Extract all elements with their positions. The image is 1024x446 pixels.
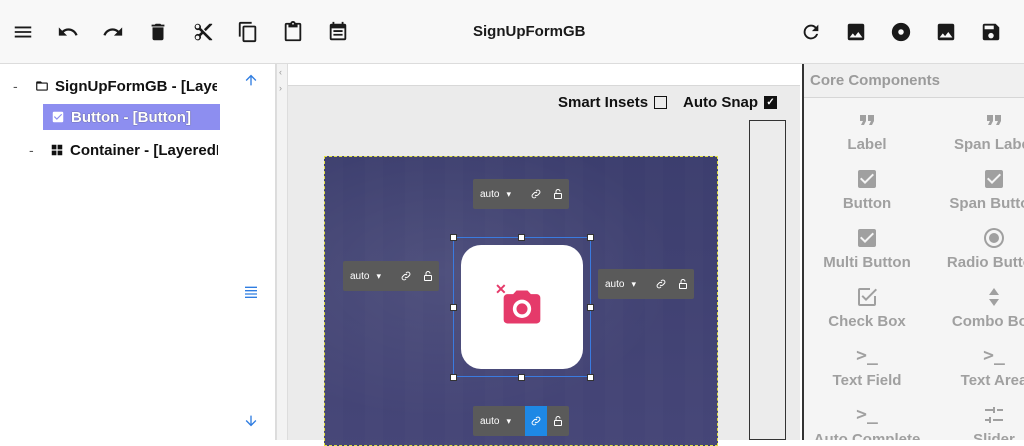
quote-icon xyxy=(812,108,922,134)
lock-icon[interactable] xyxy=(547,406,569,436)
bottom-inset-control: auto xyxy=(473,406,569,436)
tree-item-label: Container - [LayeredL xyxy=(70,141,218,159)
save-icon[interactable] xyxy=(978,19,1004,45)
side-preview-frame xyxy=(749,120,786,440)
palette-item-text-field[interactable]: >_ Text Field xyxy=(812,344,922,389)
checkbox-icon xyxy=(812,226,922,252)
palette-item-button[interactable]: Button xyxy=(812,167,922,212)
smart-insets-toggle[interactable]: Smart Insets xyxy=(558,94,668,111)
resize-handle[interactable] xyxy=(587,374,594,381)
tree-item-label: SignUpFormGB - [Laye xyxy=(55,77,217,95)
lock-icon[interactable] xyxy=(672,269,694,299)
auto-snap-label: Auto Snap xyxy=(683,94,759,111)
components-palette: Core Components Label Span Label Button … xyxy=(802,64,1024,440)
component-tree-panel: - SignUpFormGB - [Laye Button - [Button]… xyxy=(0,64,276,440)
lock-icon[interactable] xyxy=(417,261,439,291)
arrow-down-icon[interactable] xyxy=(243,413,259,429)
left-inset-control: auto xyxy=(343,261,439,291)
terminal-icon: >_ xyxy=(983,345,1005,366)
link-icon[interactable] xyxy=(525,406,547,436)
toolbar: SignUpFormGB xyxy=(0,0,1024,64)
design-canvas: Smart Insets Auto Snap ✕ auto auto xyxy=(288,64,800,446)
palette-item-multi-button[interactable]: Multi Button xyxy=(812,226,922,271)
checkbox-icon xyxy=(812,167,922,193)
copy-icon[interactable] xyxy=(235,19,261,45)
right-inset-select[interactable]: auto xyxy=(598,269,650,299)
check-outline-icon xyxy=(812,285,922,311)
redo-icon[interactable] xyxy=(100,19,126,45)
sliders-icon xyxy=(939,403,1024,429)
smart-insets-checkbox[interactable] xyxy=(654,96,668,109)
paste-icon[interactable] xyxy=(280,19,306,45)
tree-item-root[interactable]: SignUpFormGB - [Laye xyxy=(35,73,217,99)
quote-icon xyxy=(939,108,1024,134)
app-title: SignUpFormGB xyxy=(473,23,586,40)
palette-item-combo-box[interactable]: Combo Box xyxy=(939,285,1024,330)
checkbox-icon xyxy=(51,110,65,124)
canvas-toggles: Smart Insets Auto Snap xyxy=(558,94,793,111)
clipboard-list-icon[interactable] xyxy=(325,19,351,45)
smart-insets-label: Smart Insets xyxy=(558,94,649,111)
image-icon[interactable] xyxy=(843,19,869,45)
tree-item-label: Button - [Button] xyxy=(71,108,191,126)
align-justify-icon[interactable] xyxy=(243,284,259,300)
folder-open-icon xyxy=(35,79,49,93)
resize-handle[interactable] xyxy=(587,304,594,311)
undo-icon[interactable] xyxy=(55,19,81,45)
top-inset-control: auto xyxy=(473,179,569,209)
link-icon[interactable] xyxy=(650,269,672,299)
menu-icon[interactable] xyxy=(10,19,36,45)
delete-icon[interactable] xyxy=(145,19,171,45)
resize-handle[interactable] xyxy=(587,234,594,241)
checkbox-icon xyxy=(939,167,1024,193)
selected-button[interactable] xyxy=(461,245,583,369)
resize-handle[interactable] xyxy=(518,234,525,241)
grid-icon xyxy=(50,143,64,157)
palette-item-auto-complete[interactable]: >_ Auto Complete xyxy=(812,403,922,440)
resize-handle[interactable] xyxy=(450,304,457,311)
cut-icon[interactable] xyxy=(190,19,216,45)
tree-toggle-container[interactable]: - xyxy=(29,142,34,158)
resize-handle[interactable] xyxy=(450,374,457,381)
arrow-up-icon[interactable] xyxy=(243,72,259,88)
palette-item-text-area[interactable]: >_ Text Area xyxy=(939,344,1024,389)
lock-icon[interactable] xyxy=(547,179,569,209)
refresh-icon[interactable] xyxy=(798,19,824,45)
image-alt-icon[interactable] xyxy=(933,19,959,45)
palette-item-span-label[interactable]: Span Label xyxy=(939,108,1024,153)
remove-icon[interactable]: ✕ xyxy=(495,281,507,298)
link-icon[interactable] xyxy=(525,179,547,209)
resize-handle[interactable] xyxy=(450,234,457,241)
palette-item-check-box[interactable]: Check Box xyxy=(812,285,922,330)
auto-snap-checkbox[interactable] xyxy=(764,96,778,109)
resize-handle[interactable] xyxy=(518,374,525,381)
palette-item-span-button[interactable]: Span Button xyxy=(939,167,1024,212)
terminal-icon: >_ xyxy=(856,345,878,366)
tree-toggle-root[interactable]: - xyxy=(13,78,18,94)
auto-snap-toggle[interactable]: Auto Snap xyxy=(683,94,778,111)
left-inset-select[interactable]: auto xyxy=(343,261,395,291)
palette-item-radio-button[interactable]: Radio Button xyxy=(939,226,1024,271)
tree-item-button[interactable]: Button - [Button] xyxy=(43,104,220,130)
terminal-icon: >_ xyxy=(856,404,878,425)
bottom-inset-select[interactable]: auto xyxy=(473,406,525,436)
canvas-ruler xyxy=(288,64,800,86)
radio-icon xyxy=(939,226,1024,252)
palette-header: Core Components xyxy=(804,64,1024,98)
form-preview[interactable]: ✕ auto auto auto auto xyxy=(324,156,718,446)
record-icon[interactable] xyxy=(888,19,914,45)
left-splitter[interactable]: ‹ › xyxy=(276,64,288,440)
updown-icon xyxy=(939,285,1024,311)
palette-item-label[interactable]: Label xyxy=(812,108,922,153)
link-icon[interactable] xyxy=(395,261,417,291)
tree-item-container[interactable]: Container - [LayeredL xyxy=(50,137,218,163)
right-inset-control: auto xyxy=(598,269,694,299)
palette-item-slider[interactable]: Slider xyxy=(939,403,1024,440)
top-inset-select[interactable]: auto xyxy=(473,179,525,209)
